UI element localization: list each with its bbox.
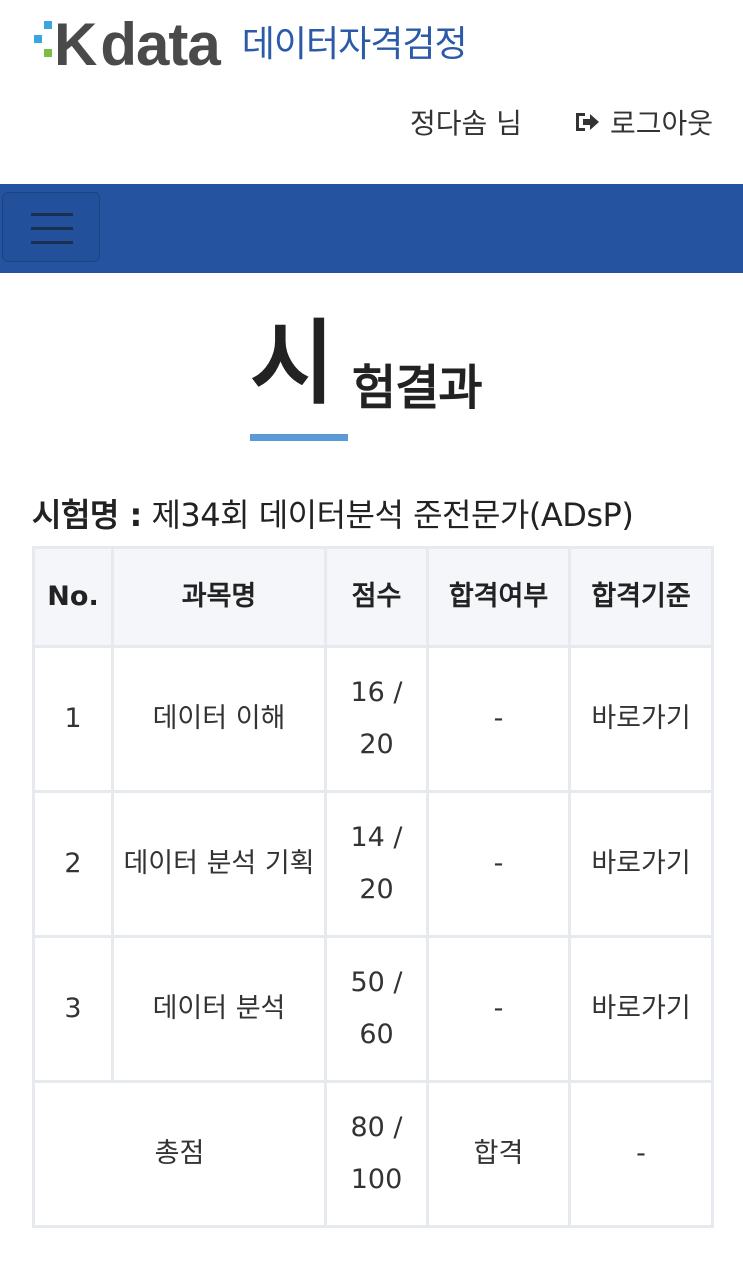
row-subject: 데이터 분석 기획: [111, 790, 327, 938]
row-no: 2: [32, 790, 114, 938]
navbar: [0, 184, 743, 273]
logo-data-text: data: [100, 11, 220, 78]
row-score: 50 / 60: [324, 935, 429, 1083]
total-row: 총점 80 / 100 합격 -: [32, 1080, 714, 1228]
kdata-logo[interactable]: K data 데이터자격검정: [34, 11, 468, 78]
row-subject: 데이터 분석: [111, 935, 327, 1083]
exam-name: 제34회 데이터분석 준전문가(ADsP): [151, 496, 634, 534]
row-criteria-link[interactable]: 바로가기: [568, 935, 714, 1083]
logo-subtitle: 데이터자격검정: [241, 24, 468, 65]
user-area: 정다솜 님 로그아웃: [410, 100, 713, 144]
header-score: 점수: [324, 546, 429, 648]
page: K data 데이터자격검정 정다솜 님 로그아웃 시 험결과 시험명: 제3…: [0, 0, 743, 1263]
logo-mark-icon: [34, 15, 52, 75]
row-criteria-link[interactable]: 바로가기: [568, 645, 714, 793]
logout-label: 로그아웃: [609, 107, 713, 140]
user-name: 정다솜 님: [410, 107, 522, 140]
header-subject: 과목명: [111, 546, 327, 648]
header-no: No.: [32, 546, 114, 648]
logo-k-text: K: [54, 11, 97, 78]
header-criteria: 합격기준: [568, 546, 714, 648]
row-subject: 데이터 이해: [111, 645, 327, 793]
row-score: 16 / 20: [324, 645, 429, 793]
table-row: 3 데이터 분석 50 / 60 - 바로가기: [32, 935, 714, 1083]
table-row: 1 데이터 이해 16 / 20 - 바로가기: [32, 645, 714, 793]
total-criteria: -: [568, 1080, 714, 1228]
row-pass: -: [426, 645, 571, 793]
title-underline: [250, 434, 348, 441]
total-label: 총점: [32, 1080, 327, 1228]
exam-name-line: 시험명 : 제34회 데이터분석 준전문가(ADsP): [32, 490, 634, 536]
page-title-rest: 험결과: [352, 360, 482, 416]
total-pass: 합격: [426, 1080, 571, 1228]
header-pass: 합격여부: [426, 546, 571, 648]
exam-label: 시험명 :: [32, 496, 142, 534]
row-pass: -: [426, 935, 571, 1083]
logout-button[interactable]: 로그아웃: [574, 102, 713, 142]
row-no: 1: [32, 645, 114, 793]
row-criteria-link[interactable]: 바로가기: [568, 790, 714, 938]
results-table: No. 과목명 점수 합격여부 합격기준 1 데이터 이해 16 / 20 - …: [32, 546, 714, 1228]
logout-icon: [575, 113, 599, 131]
table-header-row: No. 과목명 점수 합격여부 합격기준: [32, 546, 714, 648]
row-score: 14 / 20: [324, 790, 429, 938]
page-title: 시 험결과: [250, 318, 550, 448]
table-row: 2 데이터 분석 기획 14 / 20 - 바로가기: [32, 790, 714, 938]
menu-toggle-button[interactable]: [2, 192, 100, 262]
row-pass: -: [426, 790, 571, 938]
row-no: 3: [32, 935, 114, 1083]
page-title-first-char: 시: [250, 310, 335, 417]
total-score: 80 / 100: [324, 1080, 429, 1228]
